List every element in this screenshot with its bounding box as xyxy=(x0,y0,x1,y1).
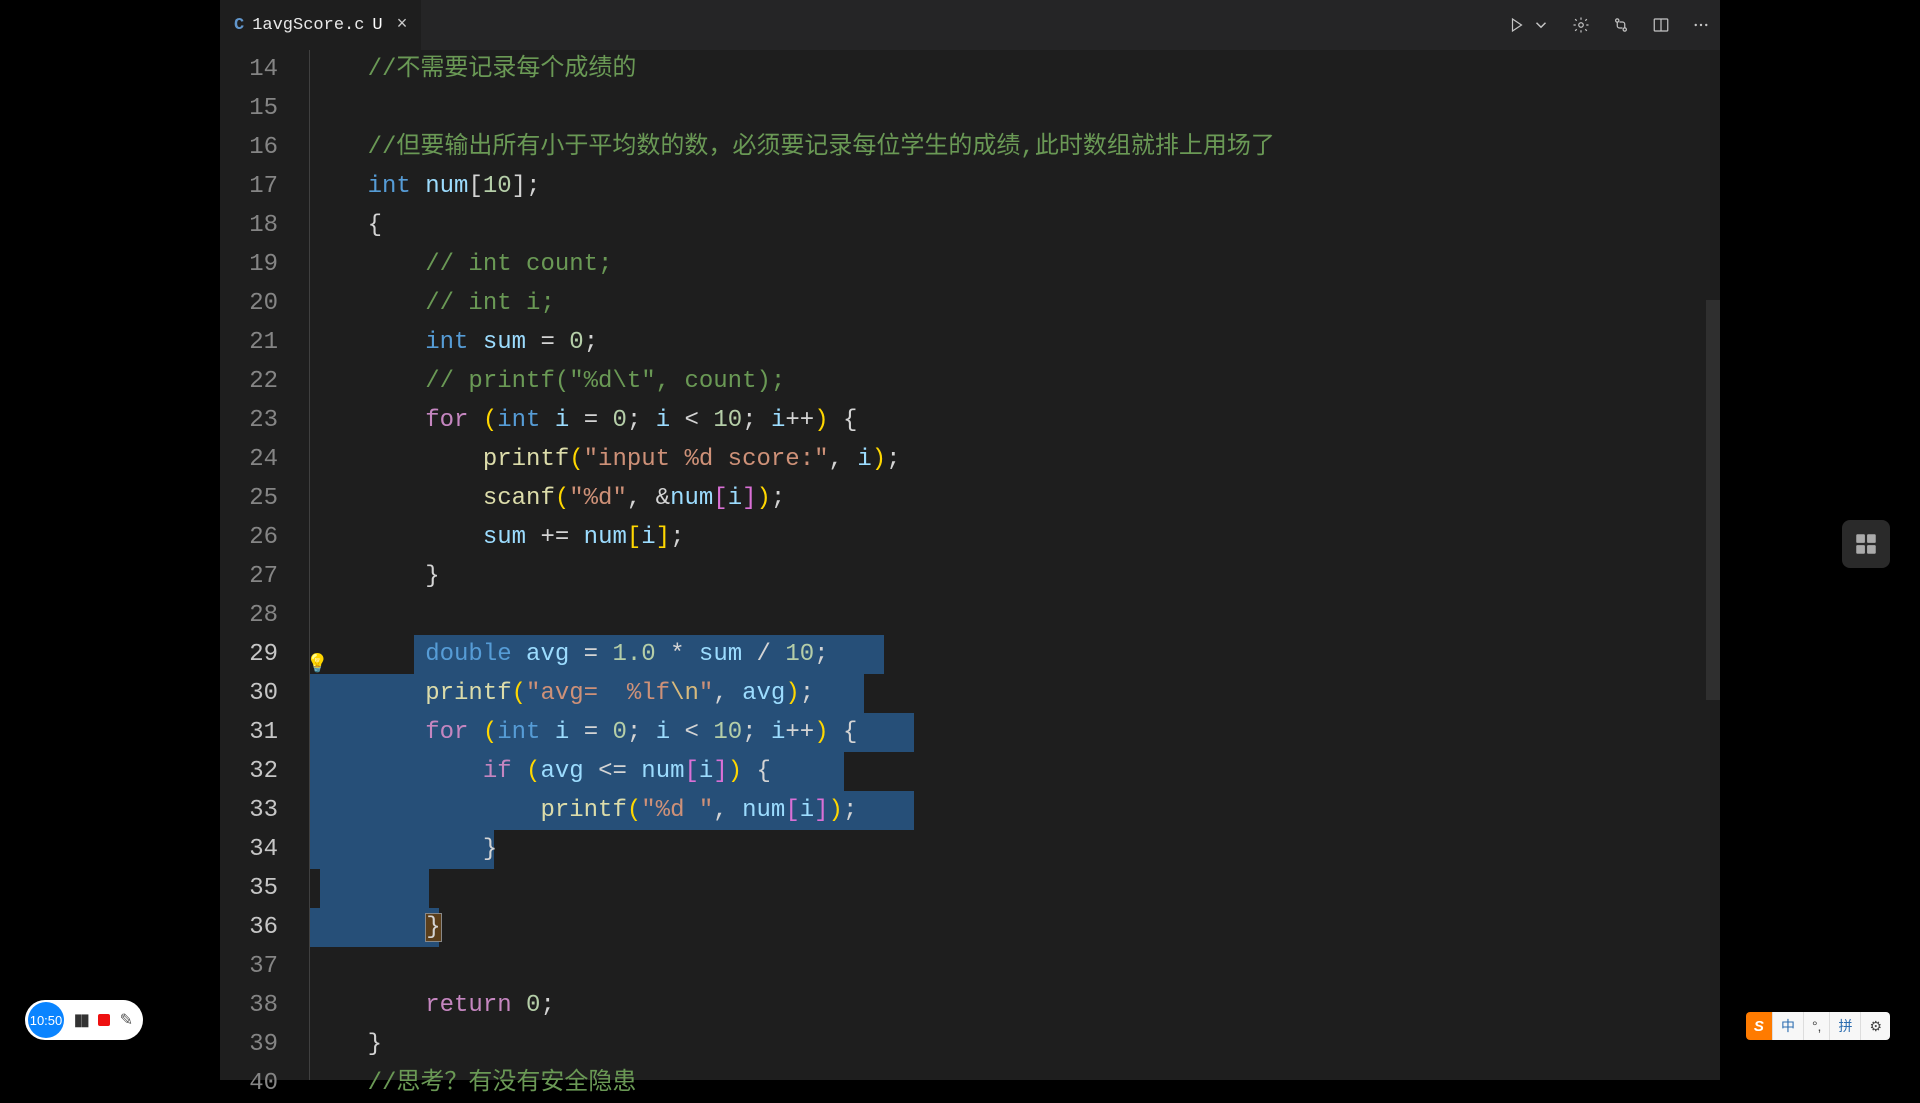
vertical-scrollbar[interactable] xyxy=(1706,300,1720,700)
code-line[interactable]: } xyxy=(304,830,1704,869)
code-line[interactable]: //不需要记录每个成绩的 xyxy=(304,50,1704,89)
line-number: 26 xyxy=(220,518,278,557)
ime-toolbar[interactable]: S 中 °, 拼 ⚙ xyxy=(1746,1012,1890,1040)
ime-language-toggle[interactable]: 中 xyxy=(1772,1012,1803,1040)
run-dropdown-icon[interactable] xyxy=(1532,16,1550,34)
line-number: 24 xyxy=(220,440,278,479)
line-number: 22 xyxy=(220,362,278,401)
code-line[interactable]: //但要输出所有小于平均数的数，必须要记录每位学生的成绩,此时数组就排上用场了 xyxy=(304,128,1704,167)
code-line[interactable]: scanf("%d", &num[i]); xyxy=(304,479,1704,518)
tab-modified-badge: U xyxy=(372,16,382,35)
split-editor-icon[interactable] xyxy=(1652,16,1670,34)
line-number: 33 xyxy=(220,791,278,830)
line-number: 34 xyxy=(220,830,278,869)
ime-mode-toggle[interactable]: 拼 xyxy=(1829,1012,1860,1040)
line-number: 17 xyxy=(220,167,278,206)
line-number-gutter: 1415161718192021222324252627282930313233… xyxy=(220,50,304,1103)
code-line[interactable] xyxy=(304,89,1704,128)
line-number: 14 xyxy=(220,50,278,89)
line-number: 25 xyxy=(220,479,278,518)
code-line[interactable]: //思考？有没有安全隐患 xyxy=(304,1064,1704,1103)
line-number: 29 xyxy=(220,635,278,674)
line-number: 35 xyxy=(220,869,278,908)
line-number: 30 xyxy=(220,674,278,713)
line-number: 21 xyxy=(220,323,278,362)
extensions-float-button[interactable] xyxy=(1842,520,1890,568)
code-line[interactable]: // printf("%d\t", count); xyxy=(304,362,1704,401)
code-editor[interactable]: 1415161718192021222324252627282930313233… xyxy=(220,50,1720,1103)
line-number: 38 xyxy=(220,986,278,1025)
code-line[interactable]: } xyxy=(304,908,1704,947)
editor-actions xyxy=(1508,0,1710,50)
line-number: 20 xyxy=(220,284,278,323)
line-number: 18 xyxy=(220,206,278,245)
line-number: 19 xyxy=(220,245,278,284)
code-line[interactable]: } xyxy=(304,1025,1704,1064)
screen-recorder-widget[interactable]: 10:50 ▮▮ ✎ xyxy=(25,1000,143,1040)
code-line[interactable]: for (int i = 0; i < 10; i++) { xyxy=(304,713,1704,752)
line-number: 37 xyxy=(220,947,278,986)
record-icon[interactable] xyxy=(98,1014,110,1026)
code-line[interactable]: { xyxy=(304,206,1704,245)
line-number: 32 xyxy=(220,752,278,791)
tab-filename: 1avgScore.c xyxy=(252,16,364,35)
code-line[interactable] xyxy=(304,596,1704,635)
line-number: 28 xyxy=(220,596,278,635)
line-number: 40 xyxy=(220,1064,278,1103)
code-line[interactable]: double avg = 1.0 * sum / 10; xyxy=(304,635,1704,674)
line-number: 15 xyxy=(220,89,278,128)
code-line[interactable] xyxy=(304,947,1704,986)
line-number: 16 xyxy=(220,128,278,167)
code-line[interactable]: } xyxy=(304,557,1704,596)
annotate-icon[interactable]: ✎ xyxy=(120,1010,133,1030)
close-icon[interactable]: × xyxy=(397,15,408,35)
line-number: 36 xyxy=(220,908,278,947)
line-number: 23 xyxy=(220,401,278,440)
code-line[interactable] xyxy=(304,869,1704,908)
code-content[interactable]: //不需要记录每个成绩的 //但要输出所有小于平均数的数，必须要记录每位学生的成… xyxy=(304,50,1704,1103)
line-number: 27 xyxy=(220,557,278,596)
diff-icon[interactable] xyxy=(1612,16,1630,34)
ime-punct-toggle[interactable]: °, xyxy=(1803,1012,1830,1040)
code-line[interactable]: int sum = 0; xyxy=(304,323,1704,362)
c-lang-icon: C xyxy=(234,16,244,35)
code-line[interactable]: sum += num[i]; xyxy=(304,518,1704,557)
code-line[interactable]: for (int i = 0; i < 10; i++) { xyxy=(304,401,1704,440)
line-number: 31 xyxy=(220,713,278,752)
ime-logo-icon: S xyxy=(1746,1012,1772,1040)
run-icon[interactable] xyxy=(1508,16,1526,34)
tab-bar: C 1avgScore.c U × xyxy=(220,0,1720,50)
line-number: 39 xyxy=(220,1025,278,1064)
recorder-time-badge: 10:50 xyxy=(28,1002,64,1038)
code-line[interactable]: return 0; xyxy=(304,986,1704,1025)
code-line[interactable]: printf("input %d score:", i); xyxy=(304,440,1704,479)
ime-settings-icon[interactable]: ⚙ xyxy=(1860,1012,1890,1040)
editor-container: C 1avgScore.c U × xyxy=(220,0,1720,1080)
tab-active[interactable]: C 1avgScore.c U × xyxy=(220,0,421,50)
code-line[interactable]: // int i; xyxy=(304,284,1704,323)
code-line[interactable]: printf("avg= %lf\n", avg); xyxy=(304,674,1704,713)
code-line[interactable]: int num[10]; xyxy=(304,167,1704,206)
pause-icon[interactable]: ▮▮ xyxy=(74,1010,88,1030)
gear-icon[interactable] xyxy=(1572,16,1590,34)
code-line[interactable]: printf("%d ", num[i]); xyxy=(304,791,1704,830)
code-line[interactable]: // int count; xyxy=(304,245,1704,284)
more-icon[interactable] xyxy=(1692,16,1710,34)
code-line[interactable]: if (avg <= num[i]) { xyxy=(304,752,1704,791)
